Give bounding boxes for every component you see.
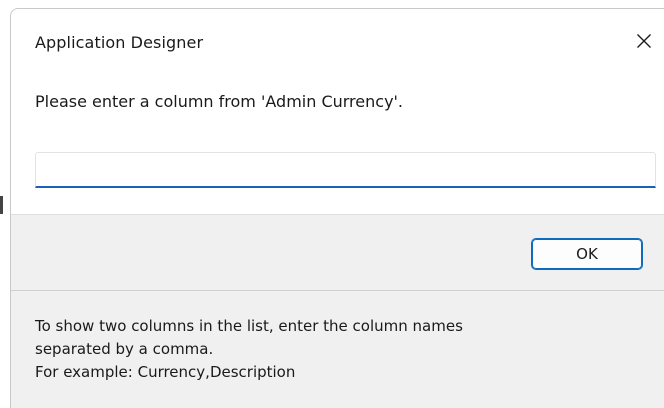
window-title: Application Designer xyxy=(35,33,204,52)
hint-text: To show two columns in the list, enter t… xyxy=(35,315,595,384)
input-dialog: Application Designer Please enter a colu… xyxy=(10,8,664,408)
hint-line: For example: Currency,Description xyxy=(35,363,296,381)
close-icon xyxy=(637,34,651,48)
title-bar: Application Designer xyxy=(11,9,664,71)
button-band: OK xyxy=(11,214,664,291)
hint-area: To show two columns in the list, enter t… xyxy=(11,291,664,408)
hint-line: separated by a comma. xyxy=(35,340,214,358)
hint-line: To show two columns in the list, enter t… xyxy=(35,317,463,335)
background-app-edge xyxy=(0,196,3,214)
close-button[interactable] xyxy=(624,21,664,61)
column-input[interactable] xyxy=(36,153,655,186)
prompt-label: Please enter a column from 'Admin Curren… xyxy=(35,92,404,111)
column-input-container xyxy=(35,152,656,188)
ok-button[interactable]: OK xyxy=(531,238,643,270)
